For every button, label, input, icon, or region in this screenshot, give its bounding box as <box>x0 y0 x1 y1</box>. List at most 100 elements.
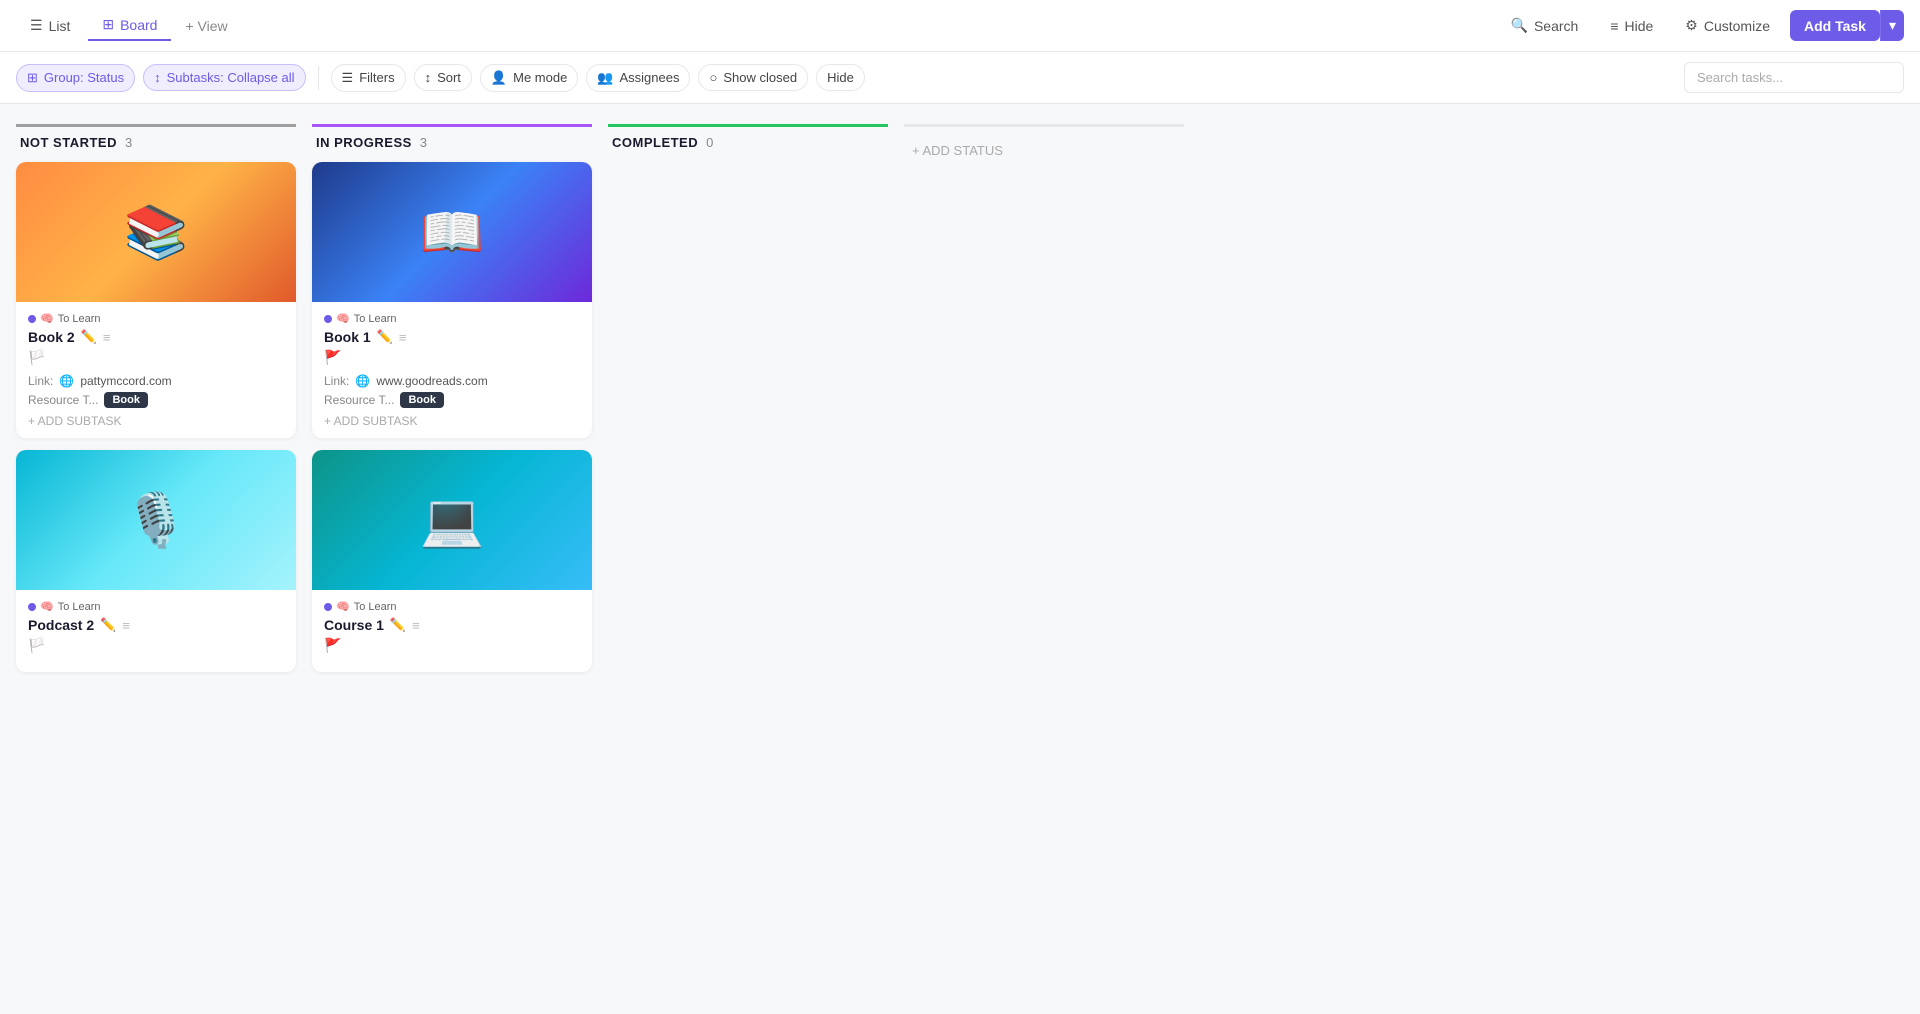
me-mode-button[interactable]: 👤 Me mode <box>480 64 578 92</box>
subtasks-icon: ↕ <box>154 70 161 85</box>
card-title-book2: Book 2 <box>28 329 75 345</box>
card-title-row-course1: Course 1 ✏️ ≡ <box>324 617 580 633</box>
card-book2[interactable]: 📚 🧠 To Learn Book 2 ✏️ ≡ 🏳️ Link: 🌐 patt <box>16 162 296 438</box>
column-header-completed: COMPLETED 0 <box>608 124 888 162</box>
sort-icon: ↕ <box>425 70 432 85</box>
card-book1[interactable]: 📖 🧠 To Learn Book 1 ✏️ ≡ 🚩 Link: 🌐 www.g <box>312 162 592 438</box>
card-image-podcast2: 🎙️ <box>16 450 296 590</box>
card-more-icon-book1[interactable]: ≡ <box>399 330 407 345</box>
card-body-book2: 🧠 To Learn Book 2 ✏️ ≡ 🏳️ Link: 🌐 pattym… <box>16 302 296 438</box>
card-podcast2[interactable]: 🎙️ 🧠 To Learn Podcast 2 ✏️ ≡ 🏳️ <box>16 450 296 672</box>
card-flag-podcast2: 🏳️ <box>28 637 284 654</box>
resource-label: Resource T... <box>324 393 394 407</box>
tag-text: To Learn <box>58 313 101 325</box>
link-label: Link: <box>28 374 53 388</box>
tag-dot <box>324 315 332 323</box>
card-edit-icon-podcast2[interactable]: ✏️ <box>100 617 116 633</box>
nav-actions: 🔍 Search ≡ Hide ⚙ Customize Add Task ▾ <box>1499 10 1904 41</box>
card-tag-course1: 🧠 To Learn <box>324 600 580 613</box>
hide-icon: ≡ <box>1610 18 1618 34</box>
toolbar-divider <box>318 66 319 90</box>
link-url-book2[interactable]: pattymccord.com <box>80 374 171 388</box>
card-more-icon-book2[interactable]: ≡ <box>103 330 111 345</box>
tab-board[interactable]: ⊞ Board <box>88 10 171 41</box>
card-flag-course1: 🚩 <box>324 637 580 654</box>
group-status-chip[interactable]: ⊞ Group: Status <box>16 64 135 92</box>
card-edit-icon-book2[interactable]: ✏️ <box>81 329 97 345</box>
tag-text: To Learn <box>58 601 101 613</box>
card-more-icon-course1[interactable]: ≡ <box>412 618 420 633</box>
column-header-in-progress: IN PROGRESS 3 <box>312 124 592 162</box>
column-count: 0 <box>706 135 713 150</box>
tab-list[interactable]: ☰ List <box>16 11 84 40</box>
card-body-course1: 🧠 To Learn Course 1 ✏️ ≡ 🚩 <box>312 590 592 672</box>
add-view-button[interactable]: + View <box>175 12 237 40</box>
column-completed: COMPLETED 0 <box>608 124 888 162</box>
tag-icon: 🧠 <box>336 312 350 325</box>
tag-dot <box>28 315 36 323</box>
card-link-field-book1: Link: 🌐 www.goodreads.com <box>324 374 580 388</box>
card-title-row-book2: Book 2 ✏️ ≡ <box>28 329 284 345</box>
card-flag-book1: 🚩 <box>324 349 580 366</box>
add-subtask-book1[interactable]: + ADD SUBTASK <box>324 414 580 428</box>
card-edit-icon-book1[interactable]: ✏️ <box>377 329 393 345</box>
column-title: NOT STARTED <box>20 135 117 150</box>
tag-icon: 🧠 <box>336 600 350 613</box>
board-icon: ⊞ <box>102 16 114 33</box>
add-task-dropdown-button[interactable]: ▾ <box>1880 10 1904 41</box>
column-title: IN PROGRESS <box>316 135 412 150</box>
resource-label: Resource T... <box>28 393 98 407</box>
hide-button[interactable]: ≡ Hide <box>1598 12 1665 40</box>
customize-icon: ⚙ <box>1685 17 1698 34</box>
subtasks-chip[interactable]: ↕ Subtasks: Collapse all <box>143 64 305 91</box>
show-closed-icon: ○ <box>709 70 717 85</box>
resource-badge-book2: Book <box>104 392 148 408</box>
card-edit-icon-course1[interactable]: ✏️ <box>390 617 406 633</box>
card-image-book2: 📚 <box>16 162 296 302</box>
show-closed-button[interactable]: ○ Show closed <box>698 64 808 91</box>
card-more-icon-podcast2[interactable]: ≡ <box>122 618 130 633</box>
tag-icon: 🧠 <box>40 600 54 613</box>
filters-icon: ☰ <box>342 70 354 86</box>
hide-toolbar-button[interactable]: Hide <box>816 64 865 91</box>
add-subtask-book2[interactable]: + ADD SUBTASK <box>28 414 284 428</box>
add-task-button[interactable]: Add Task <box>1790 10 1880 41</box>
link-label: Link: <box>324 374 349 388</box>
tag-dot <box>324 603 332 611</box>
card-flag-book2: 🏳️ <box>28 349 284 366</box>
card-title-podcast2: Podcast 2 <box>28 617 94 633</box>
search-tasks-input[interactable] <box>1684 62 1904 93</box>
tag-icon: 🧠 <box>40 312 54 325</box>
filters-button[interactable]: ☰ Filters <box>331 64 406 92</box>
card-title-course1: Course 1 <box>324 617 384 633</box>
toolbar: ⊞ Group: Status ↕ Subtasks: Collapse all… <box>0 52 1920 104</box>
add-status-button[interactable]: + ADD STATUS <box>904 139 1011 162</box>
card-resource-field-book1: Resource T... Book <box>324 392 580 408</box>
search-icon: 🔍 <box>1511 17 1528 34</box>
column-not-started: NOT STARTED 3 📚 🧠 To Learn Book 2 ✏️ ≡ 🏳… <box>16 124 296 684</box>
card-image-book1: 📖 <box>312 162 592 302</box>
card-tag-book1: 🧠 To Learn <box>324 312 580 325</box>
assignees-icon: 👥 <box>597 70 613 86</box>
column-header-not-started: NOT STARTED 3 <box>16 124 296 162</box>
card-title-book1: Book 1 <box>324 329 371 345</box>
add-status-column: + ADD STATUS <box>904 124 1184 162</box>
column-header-left: IN PROGRESS 3 <box>316 135 427 150</box>
card-link-field-book2: Link: 🌐 pattymccord.com <box>28 374 284 388</box>
card-title-row-podcast2: Podcast 2 ✏️ ≡ <box>28 617 284 633</box>
board: NOT STARTED 3 📚 🧠 To Learn Book 2 ✏️ ≡ 🏳… <box>0 104 1920 704</box>
card-course1[interactable]: 💻 🧠 To Learn Course 1 ✏️ ≡ 🚩 <box>312 450 592 672</box>
column-header-left: NOT STARTED 3 <box>20 135 132 150</box>
card-body-book1: 🧠 To Learn Book 1 ✏️ ≡ 🚩 Link: 🌐 www.goo… <box>312 302 592 438</box>
assignees-button[interactable]: 👥 Assignees <box>586 64 690 92</box>
column-count: 3 <box>125 135 132 150</box>
card-title-row-book1: Book 1 ✏️ ≡ <box>324 329 580 345</box>
search-button[interactable]: 🔍 Search <box>1499 11 1591 40</box>
tag-dot <box>28 603 36 611</box>
customize-button[interactable]: ⚙ Customize <box>1673 11 1782 40</box>
column-title: COMPLETED <box>612 135 698 150</box>
tag-text: To Learn <box>354 313 397 325</box>
sort-button[interactable]: ↕ Sort <box>414 64 472 91</box>
link-url-book1[interactable]: www.goodreads.com <box>376 374 487 388</box>
link-globe-icon: 🌐 <box>355 374 370 388</box>
